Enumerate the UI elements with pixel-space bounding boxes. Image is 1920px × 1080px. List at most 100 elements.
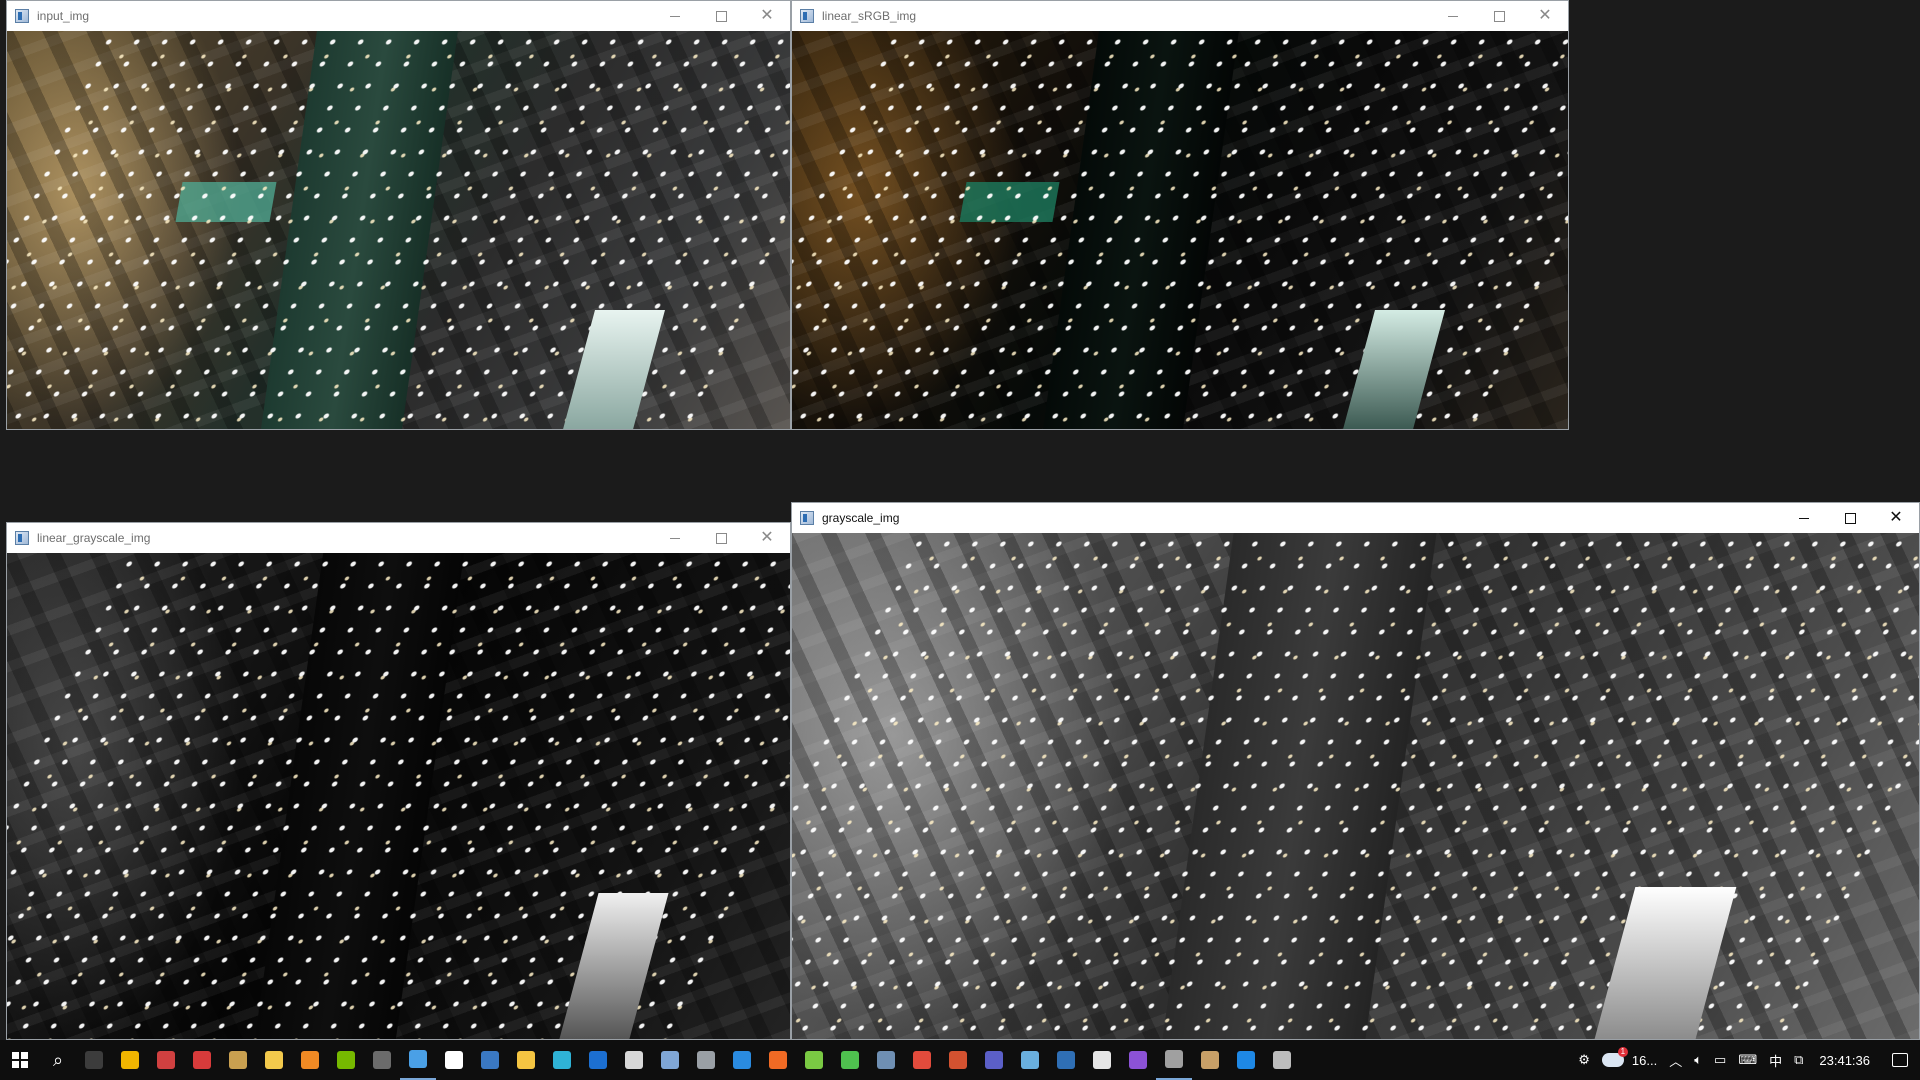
edge-icon — [553, 1051, 571, 1069]
taskbar-app-button[interactable] — [1012, 1040, 1048, 1080]
taskbar-app-button[interactable] — [832, 1040, 868, 1080]
start-button[interactable] — [0, 1040, 40, 1080]
monitor-icon — [409, 1050, 427, 1068]
taskbar-app-button[interactable] — [112, 1040, 148, 1080]
titlebar[interactable]: input_img ✕ — [7, 1, 790, 31]
taskbar-app-button[interactable] — [1264, 1040, 1300, 1080]
taskbar-app-button[interactable] — [904, 1040, 940, 1080]
close-icon: ✕ — [1889, 509, 1903, 526]
chrome-canary-icon — [121, 1051, 139, 1069]
close-icon: ✕ — [760, 7, 774, 24]
settings-button[interactable]: ⚙ — [1572, 1040, 1596, 1080]
window-grayscale-img[interactable]: grayscale_img ✕ — [791, 502, 1920, 1040]
clock[interactable]: 23:41:36 — [1809, 1053, 1880, 1068]
network-button[interactable]: ▭ — [1708, 1040, 1732, 1080]
taskbar-app-button[interactable] — [220, 1040, 256, 1080]
search-button[interactable]: ⌕ — [40, 1040, 76, 1080]
window-input-img[interactable]: input_img ✕ — [6, 0, 791, 430]
close-button[interactable]: ✕ — [1873, 503, 1919, 533]
image-canvas — [792, 31, 1568, 429]
volume-button[interactable]: 🔈︎ — [1688, 1040, 1708, 1080]
city-image — [792, 533, 1919, 1039]
image-canvas — [7, 553, 790, 1039]
taskbar-app-button[interactable] — [400, 1040, 436, 1080]
window-app-icon — [800, 511, 814, 525]
minimize-button[interactable] — [1781, 503, 1827, 533]
blue-app-icon — [1237, 1051, 1255, 1069]
weather-temp: 16... — [1631, 1052, 1658, 1068]
steam-icon — [877, 1051, 895, 1069]
taskbar-app-button[interactable] — [1192, 1040, 1228, 1080]
taskbar-app-button[interactable] — [544, 1040, 580, 1080]
notification-button[interactable] — [1880, 1040, 1920, 1080]
teams-icon — [985, 1051, 1003, 1069]
window-title: grayscale_img — [822, 511, 900, 525]
close-icon: ✕ — [1538, 7, 1552, 24]
titlebar[interactable]: linear_sRGB_img ✕ — [792, 1, 1568, 31]
keyboard-button[interactable]: ⌨ — [1732, 1040, 1763, 1080]
taskbar-app-button[interactable] — [184, 1040, 220, 1080]
taskbar-app-button[interactable] — [976, 1040, 1012, 1080]
maximize-button[interactable] — [698, 1, 744, 31]
misc-icon — [1165, 1050, 1183, 1068]
taskbar-app-button[interactable] — [364, 1040, 400, 1080]
taskbar-app-button[interactable] — [436, 1040, 472, 1080]
taskbar-app-button[interactable] — [724, 1040, 760, 1080]
taskbar-app-button[interactable] — [1120, 1040, 1156, 1080]
taskbar-app-button[interactable] — [796, 1040, 832, 1080]
close-button[interactable]: ✕ — [1522, 1, 1568, 31]
minimize-button[interactable] — [1430, 1, 1476, 31]
file-explorer-icon — [265, 1051, 283, 1069]
taskbar-app-button[interactable] — [652, 1040, 688, 1080]
taskbar-app-button[interactable] — [760, 1040, 796, 1080]
cube-icon — [697, 1051, 715, 1069]
close-button[interactable]: ✕ — [744, 1, 790, 31]
window-linear-grayscale-img[interactable]: linear_grayscale_img ✕ — [6, 522, 791, 1040]
taskbar: ⌕ ⚙ 1 16... ︿ 🔈︎ ▭ ⌨ 中 ⧉ 23:41:36 — [0, 1040, 1920, 1080]
taskbar-app-button[interactable] — [1228, 1040, 1264, 1080]
taskbar-app-button[interactable] — [1084, 1040, 1120, 1080]
taskbar-app-button[interactable] — [616, 1040, 652, 1080]
taskbar-app-button[interactable] — [328, 1040, 364, 1080]
nvidia-icon — [337, 1051, 355, 1069]
city-image — [7, 553, 790, 1039]
cloud-icon: 1 — [1601, 1047, 1628, 1067]
taskbar-app-button[interactable] — [76, 1040, 112, 1080]
powershell-icon — [1057, 1051, 1075, 1069]
recorder-icon — [157, 1051, 175, 1069]
taskbar-app-button[interactable] — [940, 1040, 976, 1080]
taskbar-app-button[interactable] — [1048, 1040, 1084, 1080]
app-icon — [229, 1051, 247, 1069]
titlebar[interactable]: linear_grayscale_img ✕ — [7, 523, 790, 553]
weather-widget[interactable]: 1 16... — [1596, 1040, 1663, 1080]
window-linear-srgb-img[interactable]: linear_sRGB_img ✕ — [791, 0, 1569, 430]
taskbar-app-button[interactable] — [472, 1040, 508, 1080]
maximize-button[interactable] — [698, 523, 744, 553]
taskbar-app-button[interactable] — [148, 1040, 184, 1080]
app2-icon — [1201, 1051, 1219, 1069]
maximize-button[interactable] — [1827, 503, 1873, 533]
taskbar-app-button[interactable] — [1156, 1040, 1192, 1080]
minimize-button[interactable] — [652, 1, 698, 31]
ime-button[interactable]: 中 — [1763, 1040, 1788, 1080]
close-button[interactable]: ✕ — [744, 523, 790, 553]
taskbar-app-button[interactable] — [292, 1040, 328, 1080]
image-canvas — [7, 31, 790, 429]
taskbar-app-button[interactable] — [868, 1040, 904, 1080]
taskbar-app-button[interactable] — [580, 1040, 616, 1080]
search-tool-icon — [301, 1051, 319, 1069]
todo-icon — [193, 1051, 211, 1069]
taskbar-app-button[interactable] — [688, 1040, 724, 1080]
taskbar-app-button[interactable] — [508, 1040, 544, 1080]
taskbar-app-button[interactable] — [256, 1040, 292, 1080]
chrome-icon — [913, 1051, 931, 1069]
minimize-button[interactable] — [652, 523, 698, 553]
show-hidden-icons-button[interactable]: ︿ — [1663, 1040, 1688, 1080]
film-icon — [373, 1051, 391, 1069]
close-icon: ✕ — [760, 529, 774, 546]
window-app-icon — [15, 531, 29, 545]
maximize-button[interactable] — [1476, 1, 1522, 31]
titlebar[interactable]: grayscale_img ✕ — [792, 503, 1919, 533]
powerpoint-icon — [949, 1051, 967, 1069]
ime-mode-button[interactable]: ⧉ — [1788, 1040, 1809, 1080]
